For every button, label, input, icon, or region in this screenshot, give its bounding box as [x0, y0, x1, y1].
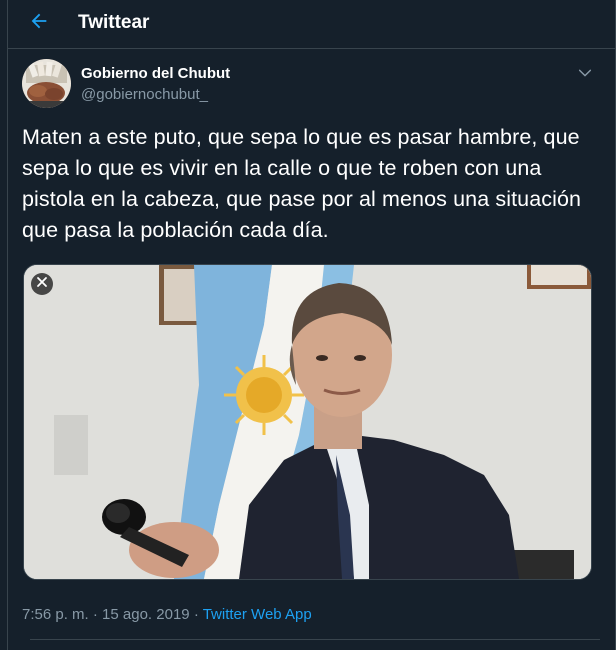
tweet-metadata: 7:56 p. m. · 15 ago. 2019 · Twitter Web …	[22, 606, 312, 623]
avatar[interactable]	[22, 59, 71, 108]
meta-separator: ·	[193, 606, 199, 623]
tweet-time[interactable]: 7:56 p. m.	[22, 606, 89, 623]
page-title: Twittear	[78, 12, 150, 33]
tweet-text: Maten a este puto, que sepa lo que es pa…	[22, 125, 582, 242]
header-bar: Twittear	[8, 0, 615, 49]
chevron-down-icon	[577, 65, 593, 86]
tweet-source-link[interactable]: Twitter Web App	[203, 606, 312, 623]
close-icon	[36, 275, 48, 293]
arrow-left-icon	[28, 10, 50, 37]
tweet-media[interactable]	[23, 264, 592, 580]
divider	[30, 639, 600, 640]
close-media-button[interactable]	[31, 273, 53, 295]
more-options-button[interactable]	[573, 63, 597, 87]
author-handle[interactable]: @gobiernochubut_	[81, 86, 208, 103]
back-button[interactable]	[22, 6, 56, 40]
left-border	[7, 0, 8, 650]
tweet-date[interactable]: 15 ago. 2019	[102, 606, 190, 623]
avatar-image	[22, 59, 71, 108]
media-photo	[24, 265, 591, 579]
app-window: Twittear Gobierno del Chubut @gobiernoch…	[0, 0, 616, 650]
author-name[interactable]: Gobierno del Chubut	[81, 65, 230, 82]
meta-separator: ·	[92, 606, 98, 623]
